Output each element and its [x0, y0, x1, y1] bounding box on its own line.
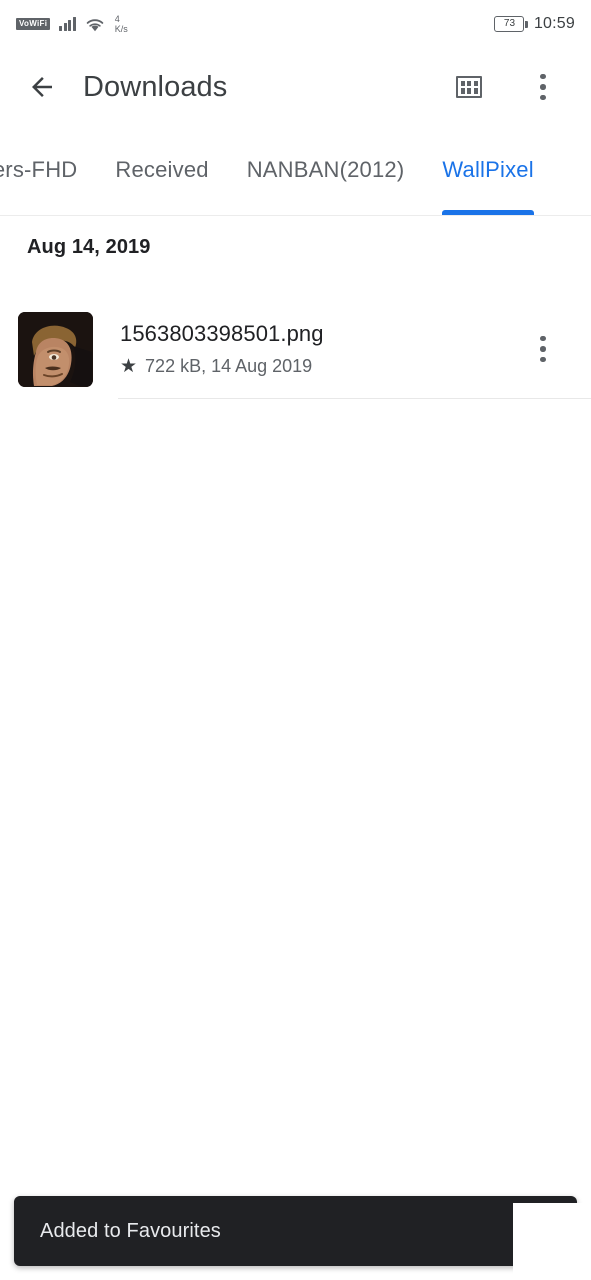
- more-vert-icon: [540, 73, 546, 101]
- tab-label: WallPixel: [442, 157, 534, 182]
- date-section-header: Aug 14, 2019: [27, 236, 151, 258]
- list-item[interactable]: 1563803398501.png ★ 722 kB, 14 Aug 2019: [0, 300, 591, 398]
- tab-received[interactable]: Received: [96, 126, 227, 215]
- file-overflow-button[interactable]: [515, 321, 571, 377]
- status-bar-right: 73 10:59: [494, 15, 575, 33]
- tab-bar[interactable]: apers-FHD Received NANBAN(2012) WallPixe…: [0, 126, 591, 216]
- page-title: Downloads: [83, 70, 228, 103]
- active-tab-indicator: [442, 210, 534, 215]
- tab-label: Received: [115, 157, 209, 182]
- wifi-icon: [85, 17, 105, 32]
- white-overlay-panel: [513, 1203, 591, 1280]
- file-details: 722 kB, 14 Aug 2019: [145, 356, 313, 377]
- list-divider: [118, 398, 591, 399]
- snackbar-message: Added to Favourites: [40, 1219, 221, 1242]
- battery-level-text: 73: [503, 18, 516, 29]
- status-bar-left: VoWiFi 4 K/s: [16, 13, 128, 34]
- network-speed-indicator: 4 K/s: [114, 13, 128, 34]
- snackbar: Added to Favourites Vie: [14, 1196, 577, 1266]
- overflow-menu-button[interactable]: [515, 59, 571, 115]
- status-bar-clock: 10:59: [533, 15, 575, 32]
- network-speed-unit: K/s: [114, 23, 128, 34]
- portrait-thumbnail-icon: [18, 311, 93, 387]
- arrow-back-icon: [32, 77, 52, 97]
- file-thumbnail[interactable]: [18, 311, 93, 387]
- grid-view-button[interactable]: [441, 59, 497, 115]
- back-button[interactable]: [14, 59, 70, 115]
- grid-view-icon: [456, 76, 482, 98]
- tab-wallpixel[interactable]: WallPixel: [423, 126, 552, 215]
- tab-nanban-2012[interactable]: NANBAN(2012): [228, 126, 424, 215]
- file-info: 1563803398501.png ★ 722 kB, 14 Aug 2019: [120, 321, 515, 377]
- app-bar: Downloads: [0, 48, 591, 126]
- file-subtitle: ★ 722 kB, 14 Aug 2019: [120, 356, 515, 377]
- vowifi-badge-icon: VoWiFi: [16, 18, 51, 30]
- tab-label: apers-FHD: [0, 157, 78, 182]
- more-vert-icon: [540, 335, 546, 363]
- star-icon: ★: [120, 356, 138, 378]
- file-name: 1563803398501.png: [120, 320, 324, 346]
- app-bar-actions: [441, 59, 591, 115]
- battery-icon: 73: [494, 16, 528, 32]
- status-bar: VoWiFi 4 K/s 73 10:59: [0, 0, 591, 48]
- tab-wallpapers-fhd[interactable]: apers-FHD: [0, 126, 96, 215]
- network-speed-value: 4: [114, 13, 120, 24]
- tab-label: NANBAN(2012): [246, 157, 405, 182]
- cellular-signal-icon: [59, 17, 76, 31]
